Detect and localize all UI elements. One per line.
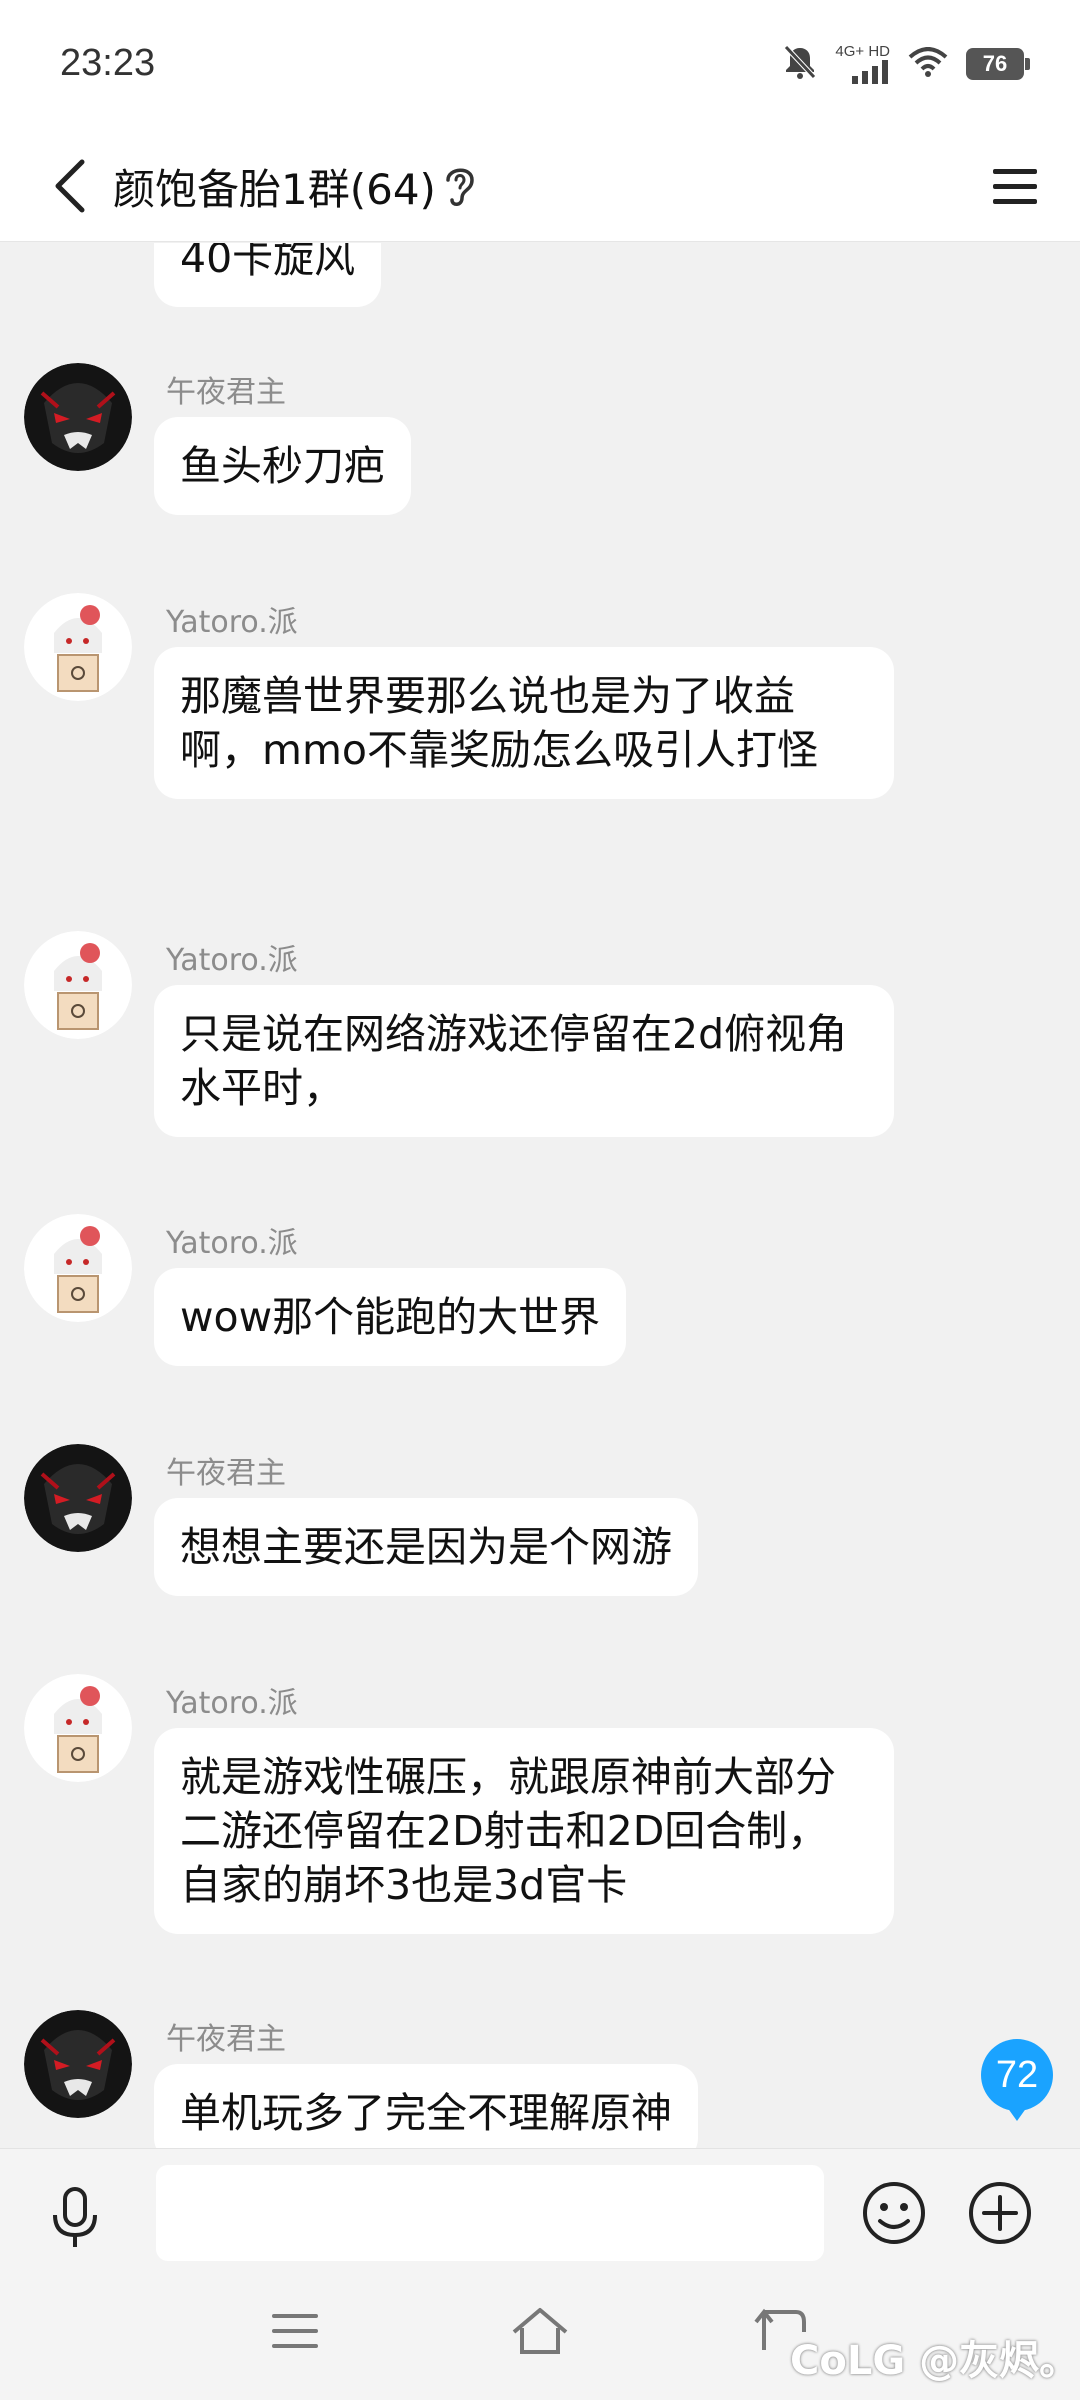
message-bubble[interactable]: 那魔兽世界要那么说也是为了收益啊，mmo不靠奖励怎么吸引人打怪 <box>154 647 894 799</box>
group-title[interactable]: 颜饱备胎1群(64) <box>113 156 436 217</box>
battery-icon: 76 <box>966 48 1030 80</box>
sender-name: 午夜君主 <box>166 2022 286 2057</box>
anime-girl-box-avatar[interactable] <box>24 1674 132 1782</box>
ear-icon[interactable] <box>440 160 480 210</box>
recent-apps-button[interactable] <box>270 2310 330 2360</box>
message-bubble[interactable]: 单机玩多了完全不理解原神 <box>154 2064 698 2148</box>
sender-name: Yatoro.派 <box>166 1686 298 1721</box>
sender-name: 午夜君主 <box>166 375 286 410</box>
message-input[interactable] <box>156 2165 824 2261</box>
sender-name: Yatoro.派 <box>166 943 298 978</box>
message-bubble[interactable]: 想想主要还是因为是个网游 <box>154 1498 698 1596</box>
hamburger-menu-icon <box>993 169 1037 204</box>
wifi-icon <box>908 47 948 81</box>
menu-lines-icon <box>272 2314 318 2348</box>
signal-icon: 4G+ HD <box>835 44 890 84</box>
emoji-button[interactable] <box>860 2179 928 2247</box>
plus-circle-icon <box>969 2182 1031 2244</box>
dark-red-eyes-avatar[interactable] <box>24 1444 132 1552</box>
home-icon <box>512 2308 568 2354</box>
dark-red-eyes-avatar[interactable] <box>24 363 132 471</box>
smiley-icon <box>863 2182 925 2244</box>
home-button[interactable] <box>508 2304 572 2364</box>
bell-off-icon <box>783 44 817 84</box>
network-label: 4G+ HD <box>835 43 890 60</box>
status-bar: 23:23 4G+ HD 76 <box>0 0 1080 130</box>
watermark: CoLG @灰烬。 <box>790 2338 1080 2384</box>
dark-red-eyes-avatar[interactable] <box>24 2010 132 2118</box>
anime-girl-box-avatar[interactable] <box>24 593 132 701</box>
message-bubble[interactable]: 就是游戏性碾压，就跟原神前大部分二游还停留在2D射击和2D回合制，自家的崩坏3也… <box>154 1728 894 1934</box>
message-bubble[interactable]: 只是说在网络游戏还停留在2d俯视角水平时， <box>154 985 894 1137</box>
voice-button[interactable] <box>40 2179 110 2259</box>
anime-girl-box-avatar[interactable] <box>24 1214 132 1322</box>
system-navigation-bar: CoLG @灰烬。 <box>0 2288 1080 2400</box>
chat-header: 颜饱备胎1群(64) <box>0 130 1080 242</box>
sender-name: Yatoro.派 <box>166 605 298 640</box>
chevron-left-icon <box>55 159 85 213</box>
anime-girl-box-avatar[interactable] <box>24 931 132 1039</box>
status-icons: 4G+ HD 76 <box>783 40 1030 88</box>
message-bubble[interactable]: 鱼头秒刀疤 <box>154 417 411 515</box>
more-actions-button[interactable] <box>966 2179 1034 2247</box>
sender-name: 午夜君主 <box>166 1456 286 1491</box>
back-button[interactable] <box>30 148 110 224</box>
message-bubble[interactable]: wow那个能跑的大世界 <box>154 1268 627 1366</box>
sender-name: Yatoro.派 <box>166 1226 298 1261</box>
status-time: 23:23 <box>60 42 156 84</box>
chat-message-list[interactable]: 40卡旋风 午夜君主 鱼头秒刀疤 Yatoro.派 那魔兽世界要那么说也是为了收… <box>0 243 1080 2148</box>
menu-button[interactable] <box>980 152 1050 222</box>
microphone-icon <box>53 2187 97 2247</box>
message-bubble[interactable]: 40卡旋风 <box>154 243 382 307</box>
unread-count-badge[interactable]: 72 <box>981 2039 1053 2121</box>
